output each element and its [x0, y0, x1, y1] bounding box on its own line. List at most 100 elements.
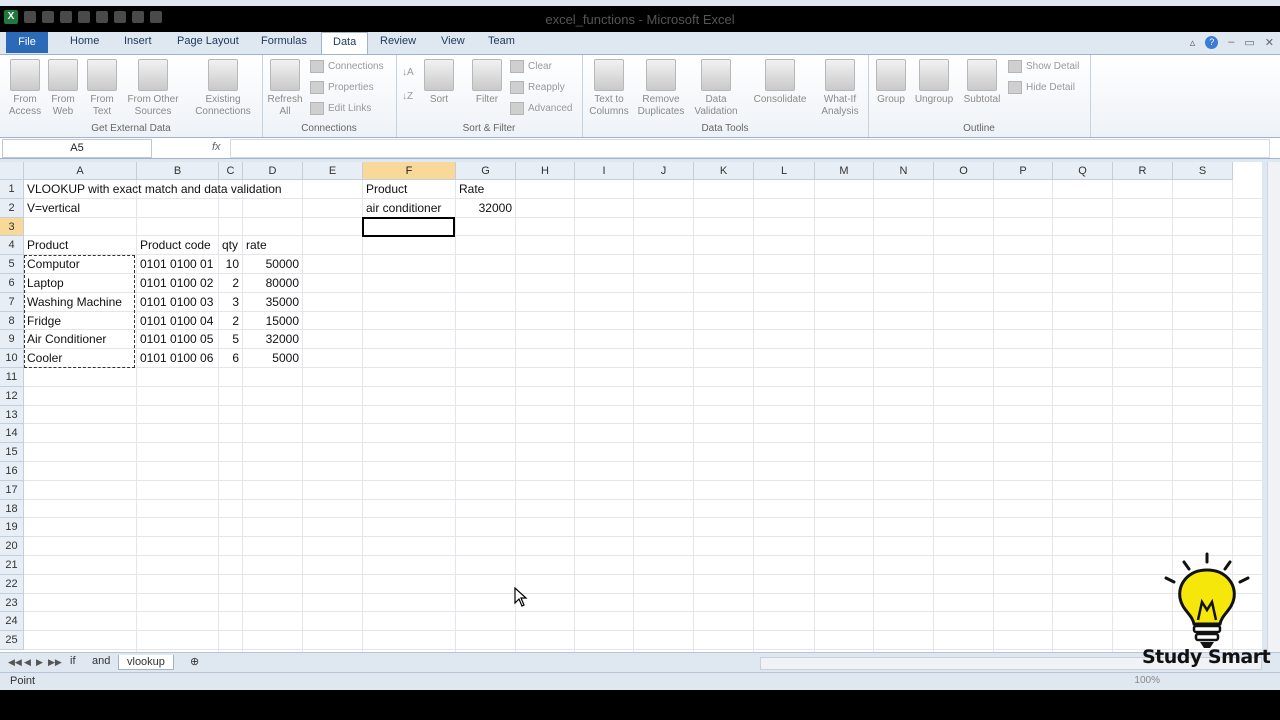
cell-c8[interactable]: 2 — [219, 312, 239, 330]
from-other-sources-button[interactable]: From Other Sources — [122, 59, 184, 118]
cell-b10[interactable]: 0101 0100 06 — [140, 349, 213, 367]
column-header-q[interactable]: Q — [1053, 162, 1113, 180]
cell-b9[interactable]: 0101 0100 05 — [140, 330, 213, 348]
prev-sheet-icon[interactable]: ◀ — [24, 657, 31, 668]
cell-d10[interactable]: 5000 — [243, 349, 299, 367]
row-header-8[interactable]: 8 — [0, 311, 24, 331]
hide-detail-button[interactable]: Hide Detail — [1008, 81, 1075, 94]
tab-file[interactable]: File — [6, 32, 48, 53]
worksheet-grid[interactable]: A B C D E F G H I J K L M N O P Q R S 1 2 3 4 5 6 7 8 9 10 11 12 13 14 15… — [0, 162, 1262, 652]
row-header-7[interactable]: 7 — [0, 292, 24, 312]
sheet-tab-and[interactable]: and — [92, 655, 110, 667]
row-header-23[interactable]: 23 — [0, 593, 24, 613]
cell-d4[interactable]: rate — [246, 236, 267, 254]
column-header-s[interactable]: S — [1173, 162, 1233, 180]
zoom-level[interactable]: 100% — [1134, 675, 1160, 686]
sort-descending-button[interactable]: ↓Z — [402, 91, 413, 102]
help-icon[interactable]: ? — [1205, 36, 1219, 49]
column-header-b[interactable]: B — [137, 162, 219, 180]
cell-a4[interactable]: Product — [27, 236, 68, 254]
row-header-6[interactable]: 6 — [0, 274, 24, 293]
cell-g2[interactable]: 32000 — [456, 199, 512, 217]
row-header-2[interactable]: 2 — [0, 198, 24, 218]
cell-b8[interactable]: 0101 0100 04 — [140, 312, 213, 330]
column-header-c[interactable]: C — [219, 162, 243, 180]
cell-b5[interactable]: 0101 0100 01 — [140, 255, 213, 273]
column-header-h[interactable]: H — [516, 162, 575, 180]
from-text-button[interactable]: From Text — [84, 59, 120, 118]
cell-b7[interactable]: 0101 0100 03 — [140, 293, 213, 311]
cell-a1[interactable]: VLOOKUP with exact match and data valida… — [27, 180, 282, 198]
clear-button[interactable]: Clear — [510, 60, 552, 73]
restore-icon[interactable]: ▭ — [1244, 36, 1254, 49]
next-sheet-icon[interactable]: ▶ — [36, 657, 43, 668]
subtotal-button[interactable]: Subtotal — [960, 59, 1004, 106]
column-header-f[interactable]: F — [363, 162, 456, 180]
formula-input[interactable] — [230, 139, 1270, 158]
ungroup-button[interactable]: Ungroup — [912, 59, 956, 106]
row-header-14[interactable]: 14 — [0, 424, 24, 444]
minimize-ribbon-icon[interactable]: ▵ — [1190, 36, 1196, 49]
reapply-button[interactable]: Reapply — [510, 81, 565, 94]
cell-f2[interactable]: air conditioner — [366, 199, 441, 217]
row-header-21[interactable]: 21 — [0, 556, 24, 575]
sheet-tab-if[interactable]: if — [70, 655, 76, 667]
column-header-m[interactable]: M — [815, 162, 874, 180]
tab-review[interactable]: Review — [380, 35, 416, 47]
last-sheet-icon[interactable]: ▶▶ — [48, 657, 62, 668]
cell-d8[interactable]: 15000 — [243, 312, 299, 330]
first-sheet-icon[interactable]: ◀◀ — [8, 657, 22, 668]
row-header-5[interactable]: 5 — [0, 255, 24, 274]
name-box[interactable]: A5 — [2, 139, 152, 158]
column-header-d[interactable]: D — [243, 162, 303, 180]
insert-function-icon[interactable]: fx — [212, 141, 221, 153]
remove-duplicates-button[interactable]: Remove Duplicates — [636, 59, 686, 118]
minimize-icon[interactable]: – — [1228, 36, 1234, 49]
cell-c4[interactable]: qty — [222, 236, 238, 254]
cell-d9[interactable]: 32000 — [243, 330, 299, 348]
column-header-k[interactable]: K — [694, 162, 754, 180]
cell-c5[interactable]: 10 — [219, 255, 239, 273]
row-header-9[interactable]: 9 — [0, 330, 24, 350]
sort-button[interactable]: Sort — [424, 59, 454, 106]
row-header-3[interactable]: 3 — [0, 217, 24, 237]
sheet-tab-vlookup[interactable]: vlookup — [118, 655, 174, 670]
connections-button[interactable]: Connections — [310, 60, 384, 73]
column-header-n[interactable]: N — [874, 162, 934, 180]
column-header-r[interactable]: R — [1113, 162, 1173, 180]
column-header-i[interactable]: I — [575, 162, 634, 180]
row-header-16[interactable]: 16 — [0, 462, 24, 481]
advanced-button[interactable]: Advanced — [510, 102, 572, 115]
cell-d7[interactable]: 35000 — [243, 293, 299, 311]
from-access-button[interactable]: From Access — [6, 59, 44, 118]
group-button[interactable]: Group — [872, 59, 910, 106]
column-header-p[interactable]: P — [994, 162, 1053, 180]
row-header-19[interactable]: 19 — [0, 518, 24, 538]
cell-f1[interactable]: Product — [366, 180, 407, 198]
sort-ascending-button[interactable]: ↓A — [402, 67, 414, 78]
select-all-corner[interactable] — [0, 162, 24, 180]
row-header-13[interactable]: 13 — [0, 405, 24, 425]
filter-button[interactable]: Filter — [470, 59, 504, 106]
from-web-button[interactable]: From Web — [46, 59, 80, 118]
edit-links-button[interactable]: Edit Links — [310, 102, 371, 115]
cell-g1[interactable]: Rate — [459, 180, 484, 198]
cell-d5[interactable]: 50000 — [243, 255, 299, 273]
row-header-1[interactable]: 1 — [0, 180, 24, 199]
row-header-25[interactable]: 25 — [0, 631, 24, 650]
tab-formulas[interactable]: Formulas — [261, 35, 307, 47]
properties-button[interactable]: Properties — [310, 81, 374, 94]
tab-home[interactable]: Home — [70, 35, 99, 47]
show-detail-button[interactable]: Show Detail — [1008, 60, 1079, 73]
column-header-g[interactable]: G — [456, 162, 516, 180]
active-cell-f3[interactable] — [362, 216, 455, 237]
row-header-4[interactable]: 4 — [0, 236, 24, 256]
data-validation-button[interactable]: Data Validation — [690, 59, 742, 118]
row-header-24[interactable]: 24 — [0, 612, 24, 632]
row-header-22[interactable]: 22 — [0, 574, 24, 594]
insert-sheet-icon[interactable]: ⊕ — [190, 655, 199, 668]
tab-insert[interactable]: Insert — [124, 35, 152, 47]
close-icon[interactable]: ✕ — [1265, 36, 1274, 49]
existing-connections-button[interactable]: Existing Connections — [190, 59, 256, 118]
column-header-j[interactable]: J — [634, 162, 694, 180]
